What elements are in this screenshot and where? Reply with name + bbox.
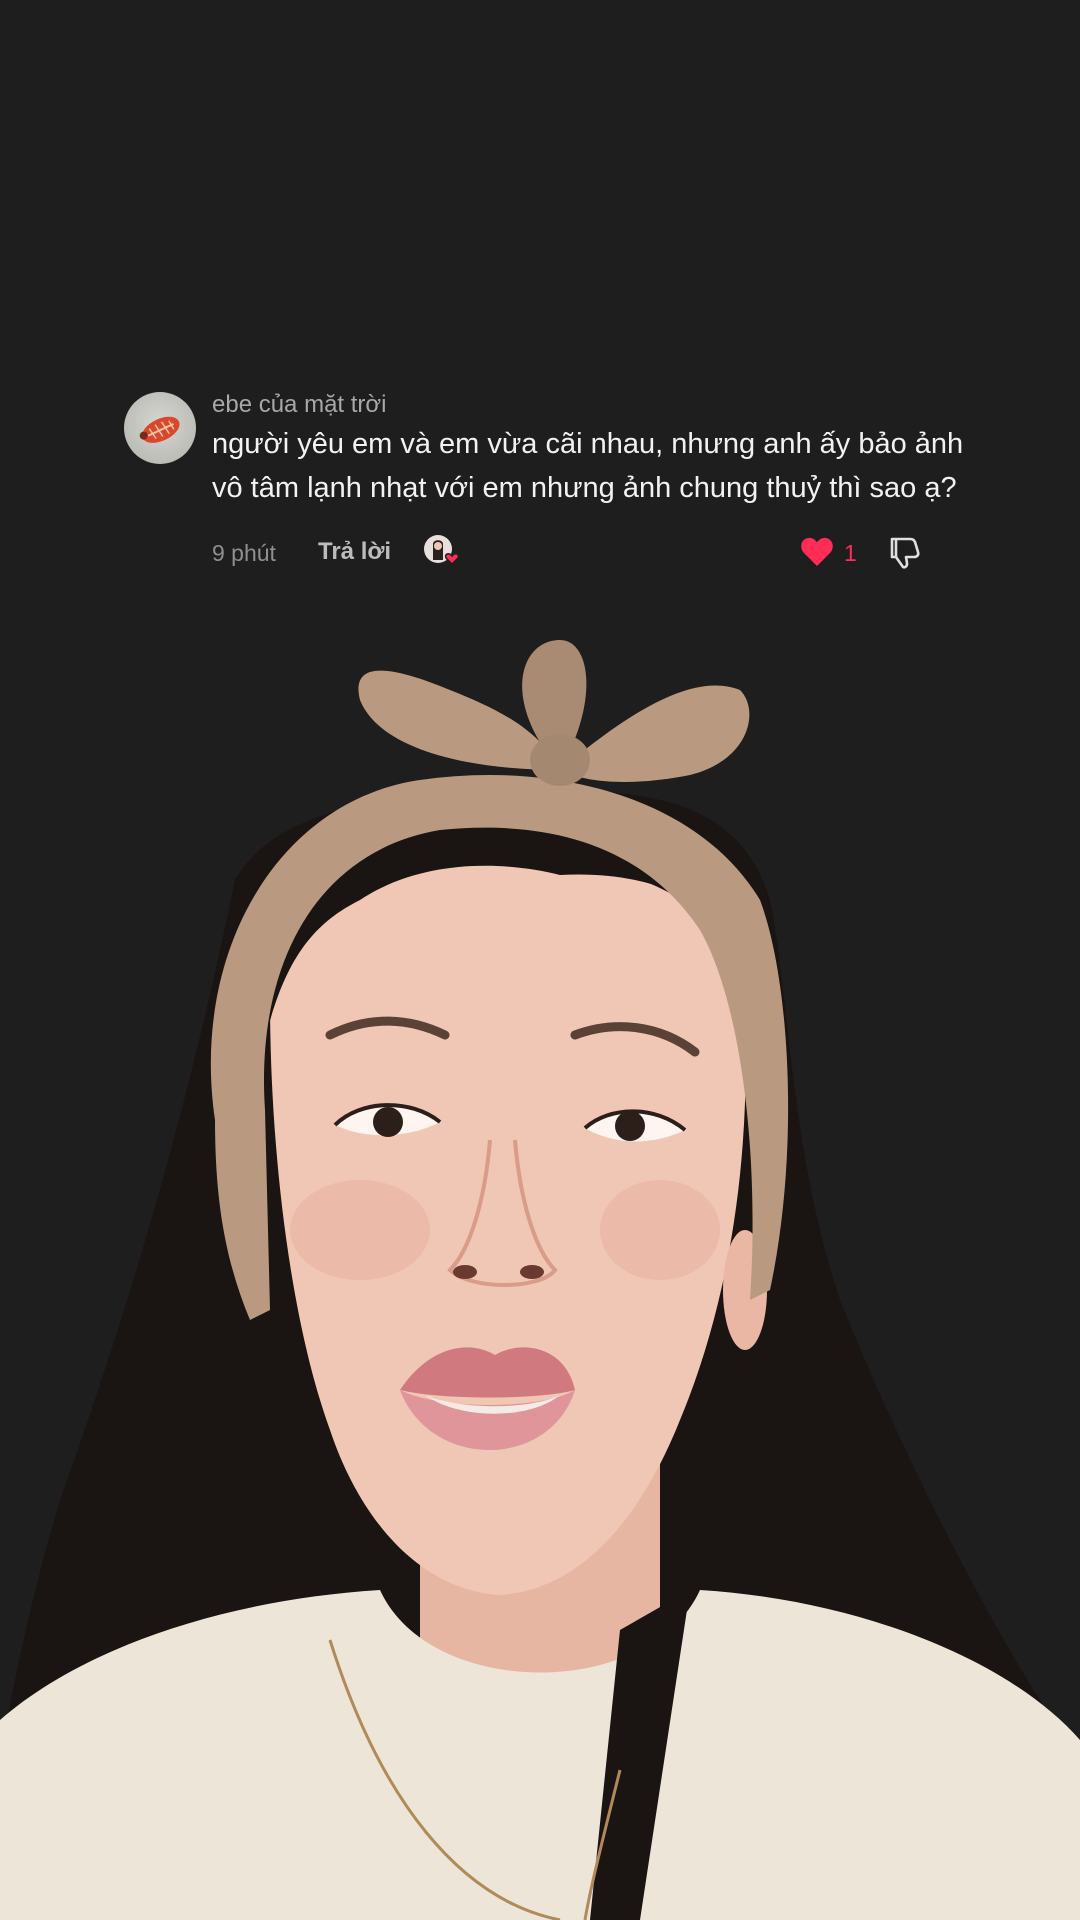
comment-meta-row: 9 phút Trả lời 1 — [212, 534, 972, 574]
creator-liked-badge-icon — [423, 534, 461, 570]
comment-body: ebe của mặt trời người yêu em và em vừa … — [212, 391, 972, 574]
like-count: 1 — [844, 540, 857, 566]
video-person — [0, 640, 1080, 1920]
comment-username[interactable]: ebe của mặt trời — [212, 388, 972, 422]
heart-icon[interactable] — [800, 536, 834, 568]
comment-time: 9 phút — [212, 540, 276, 566]
video-screen[interactable]: ebe của mặt trời người yêu em và em vừa … — [0, 0, 1080, 1920]
thumbs-down-icon[interactable] — [886, 534, 922, 570]
reply-button[interactable]: Trả lời — [318, 538, 391, 566]
comment-text: người yêu em và em vừa cãi nhau, nhưng a… — [212, 428, 964, 504]
commenter-avatar[interactable] — [124, 392, 196, 464]
avatar-image-icon — [139, 416, 180, 443]
